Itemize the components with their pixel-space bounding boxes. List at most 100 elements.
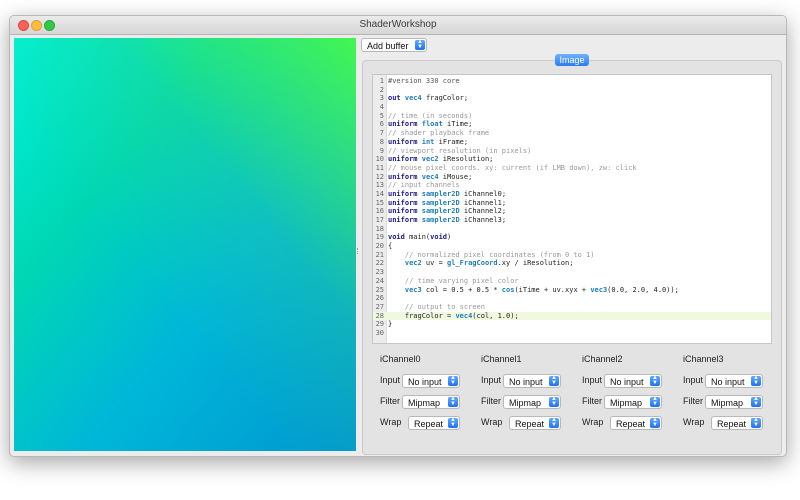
code-text: fragColor = vec4(col, 1.0);	[388, 311, 519, 320]
code-line[interactable]: 16 uniform sampler2D iChannel2;	[373, 207, 771, 216]
code-line[interactable]: 6 uniform float iTime;	[373, 120, 771, 129]
code-lines: 1 #version 330 core 2 3 out vec4 fragColor; 4…	[373, 77, 771, 338]
code-line[interactable]: 17 uniform sampler2D iChannel3;	[373, 216, 771, 225]
line-number: 24	[375, 276, 384, 285]
input-label: Input	[582, 375, 603, 385]
line-number: 9	[379, 146, 384, 155]
filter-select-value: Mipmap	[610, 398, 643, 408]
code-line[interactable]: 9 // viewport resolution (in pixels)	[373, 147, 771, 156]
code-line[interactable]: 24 // time varying pixel color	[373, 277, 771, 286]
code-line[interactable]: 1 #version 330 core	[373, 77, 771, 86]
line-number: 6	[379, 120, 384, 129]
code-line[interactable]: 8 uniform int iFrame;	[373, 138, 771, 147]
filter-select-value: Mipmap	[408, 398, 441, 408]
line-number: 11	[375, 163, 384, 172]
code-text: {	[388, 242, 393, 251]
line-number: 29	[375, 320, 384, 329]
code-line[interactable]: 22 vec2 uv = gl_FragCoord.xy / iResoluti…	[373, 259, 771, 268]
code-line[interactable]: 26	[373, 294, 771, 303]
line-number: 18	[375, 224, 384, 233]
code-text: uniform vec2 iResolution;	[388, 155, 494, 164]
line-number: 26	[375, 294, 384, 303]
filter-select[interactable]: Mipmap ▲ ▼	[402, 395, 460, 409]
code-line[interactable]: 20 {	[373, 242, 771, 251]
code-text: // normalized pixel coordinates (from 0 …	[404, 250, 595, 259]
filter-select[interactable]: Mipmap ▲ ▼	[503, 395, 561, 409]
chevron-updown-icon: ▲ ▼	[549, 396, 559, 407]
input-select[interactable]: No input ▲ ▼	[402, 374, 460, 388]
chevron-updown-icon: ▲ ▼	[650, 375, 660, 386]
filter-select[interactable]: Mipmap ▲ ▼	[705, 395, 763, 409]
code-line[interactable]: 7 // shader playback frame	[373, 129, 771, 138]
filter-select[interactable]: Mipmap ▲ ▼	[604, 395, 662, 409]
line-number: 7	[379, 129, 384, 138]
filter-select-value: Mipmap	[711, 398, 744, 408]
line-number: 16	[375, 207, 384, 216]
input-select-value: No input	[711, 377, 745, 387]
input-label: Input	[481, 375, 502, 385]
chevron-updown-icon: ▲ ▼	[415, 39, 425, 50]
line-number: 20	[375, 242, 384, 251]
wrap-select-value: Repeat	[717, 419, 747, 429]
code-line[interactable]: 5 // time (in seconds)	[373, 112, 771, 121]
filter-label: Filter	[683, 396, 703, 406]
code-line[interactable]: 19 void main(void)	[373, 233, 771, 242]
channel-title: iChannel1	[481, 354, 522, 364]
wrap-label: Wrap	[582, 417, 604, 427]
code-text: // output to screen	[404, 302, 485, 311]
code-line[interactable]: 30	[373, 329, 771, 338]
input-select[interactable]: No input ▲ ▼	[604, 374, 662, 388]
line-number: 12	[375, 172, 384, 181]
wrap-select[interactable]: Repeat ▲ ▼	[509, 416, 561, 430]
code-editor[interactable]: 1 #version 330 core 2 3 out vec4 fragColor; 4…	[372, 74, 772, 344]
window-title: ShaderWorkshop	[359, 19, 437, 30]
title-bar[interactable]: ShaderWorkshop	[10, 16, 786, 35]
shader-preview[interactable]	[14, 38, 356, 451]
code-line[interactable]: 23	[373, 268, 771, 277]
input-label: Input	[380, 375, 401, 385]
code-line[interactable]: 28 fragColor = vec4(col, 1.0);	[373, 311, 771, 321]
chevron-updown-icon: ▲ ▼	[549, 375, 559, 386]
code-line[interactable]: 3 out vec4 fragColor;	[373, 94, 771, 103]
app-window: ShaderWorkshop Add buffer ▲ ▼ Image 1 #ver…	[9, 15, 787, 457]
code-text: vec3 col = 0.5 + 0.5 * cos(iTime + uv.xy…	[404, 285, 679, 294]
wrap-select[interactable]: Repeat ▲ ▼	[408, 416, 460, 430]
line-number: 17	[375, 216, 384, 224]
wrap-select[interactable]: Repeat ▲ ▼	[711, 416, 763, 430]
chevron-updown-icon: ▲ ▼	[549, 417, 559, 428]
chevron-updown-icon: ▲ ▼	[751, 417, 761, 428]
filter-label: Filter	[481, 396, 501, 406]
code-line[interactable]: 11 // mouse pixel coords. xy: current (if…	[373, 164, 771, 173]
input-label: Input	[683, 375, 704, 385]
code-line[interactable]: 10 uniform vec2 iResolution;	[373, 155, 771, 164]
input-select-value: No input	[610, 377, 644, 387]
code-text: out vec4 fragColor;	[388, 94, 469, 103]
code-line[interactable]: 29}	[373, 320, 771, 329]
line-number: 3	[379, 94, 384, 103]
add-buffer-button[interactable]: Add buffer ▲ ▼	[361, 38, 427, 52]
chevron-updown-icon: ▲ ▼	[448, 417, 458, 428]
input-select[interactable]: No input ▲ ▼	[503, 374, 561, 388]
chevron-updown-icon: ▲ ▼	[650, 417, 660, 428]
code-line[interactable]: 21 // normalized pixel coordinates (from…	[373, 251, 771, 260]
chevron-updown-icon: ▲ ▼	[751, 396, 761, 407]
code-line[interactable]: 4	[373, 103, 771, 112]
tab-image[interactable]: Image	[555, 54, 589, 66]
code-line[interactable]: 18	[373, 225, 771, 234]
input-select[interactable]: No input ▲ ▼	[705, 374, 763, 388]
line-number: 2	[379, 85, 384, 94]
code-text: uniform sampler2D iChannel3;	[388, 216, 507, 224]
filter-label: Filter	[582, 396, 602, 406]
code-text: // time varying pixel color	[404, 276, 519, 285]
code-line[interactable]: 14 uniform sampler2D iChannel0;	[373, 190, 771, 199]
wrap-select[interactable]: Repeat ▲ ▼	[610, 416, 662, 430]
wrap-select-value: Repeat	[616, 419, 646, 429]
code-line[interactable]: 15 uniform sampler2D iChannel1;	[373, 199, 771, 208]
code-line[interactable]: 12 uniform vec4 iMouse;	[373, 173, 771, 182]
code-line[interactable]: 2	[373, 86, 771, 95]
split-handle[interactable]	[357, 248, 360, 254]
code-line[interactable]: 27 // output to screen	[373, 303, 771, 312]
code-line[interactable]: 25 vec3 col = 0.5 + 0.5 * cos(iTime + uv…	[373, 286, 771, 295]
line-number: 10	[375, 155, 384, 164]
code-line[interactable]: 13 // input channels	[373, 181, 771, 190]
